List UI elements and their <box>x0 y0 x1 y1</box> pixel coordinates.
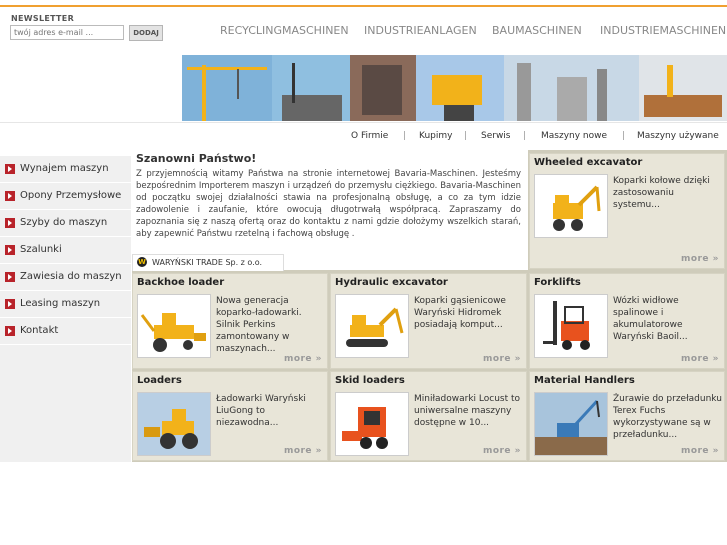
sidebar-item-label: Szyby do maszyn <box>20 217 108 228</box>
subnav-serwis[interactable]: Serwis <box>481 131 511 141</box>
sidebar-item-label: Leasing maszyn <box>20 298 101 309</box>
welcome-title: Szanowni Państwo! <box>136 152 257 165</box>
card-description: Koparki kołowe dzięki zastosowaniu syste… <box>613 176 710 210</box>
card-more-link[interactable]: more » <box>483 446 521 456</box>
sidebar-item-zawiesia[interactable]: Zawiesia do maszyn <box>0 264 131 291</box>
subnav-separator: | <box>622 131 626 141</box>
sidebar-item-opony[interactable]: Opony Przemysłowe <box>0 183 131 210</box>
subnav-separator: | <box>464 131 468 141</box>
sidebar-item-szyby[interactable]: Szyby do maszyn <box>0 210 131 237</box>
nav-industrieanlagen[interactable]: INDUSTRIEANLAGEN <box>364 24 477 37</box>
loader-image[interactable] <box>137 392 211 456</box>
subnav-maszyny-nowe[interactable]: Maszyny nowe <box>541 131 607 141</box>
subnav-separator: | <box>523 131 527 141</box>
wheeled-excavator-image[interactable] <box>534 174 608 238</box>
nav-industriemaschinen[interactable]: INDUSTRIEMASCHINEN <box>600 24 726 37</box>
card-description: Ładowarki Waryński LiuGong to niezawodna… <box>216 394 306 428</box>
sidebar-item-szalunki[interactable]: Szalunki <box>0 237 131 264</box>
nav-baumaschinen[interactable]: BAUMASCHINEN <box>492 24 582 37</box>
arrow-right-icon <box>5 245 15 255</box>
card-more-link[interactable]: more » <box>284 446 322 456</box>
arrow-right-icon <box>5 299 15 309</box>
card-title[interactable]: Loaders <box>137 375 182 386</box>
card-title[interactable]: Material Handlers <box>534 375 635 386</box>
product-card-skid-loaders[interactable]: Skid loaders Miniładowarki Locust to uni… <box>330 371 527 461</box>
welcome-section: Szanowni Państwo! Z przyjemnością witamy… <box>132 150 527 256</box>
card-description: Wózki widłowe spalinowe i akumulatorowe … <box>613 296 688 342</box>
card-more-link[interactable]: more » <box>284 354 322 364</box>
card-title[interactable]: Hydraulic excavator <box>335 277 448 288</box>
sidebar-item-label: Opony Przemysłowe <box>20 190 122 201</box>
sidebar-item-wynajem[interactable]: Wynajem maszyn <box>0 156 131 183</box>
card-more-link[interactable]: more » <box>483 354 521 364</box>
subnav-kupimy[interactable]: Kupimy <box>419 131 452 141</box>
card-title[interactable]: Wheeled excavator <box>534 157 642 168</box>
hydraulic-excavator-image[interactable] <box>335 294 409 358</box>
sidebar-item-kontakt[interactable]: Kontakt <box>0 318 131 345</box>
backhoe-loader-image[interactable] <box>137 294 211 358</box>
product-card-hydraulic-excavator[interactable]: Hydraulic excavator Koparki gąsienicowe … <box>330 273 527 369</box>
sidebar-item-leasing[interactable]: Leasing maszyn <box>0 291 131 318</box>
card-description: Nowa generacja koparko-ładowarki. Silnik… <box>216 296 302 354</box>
card-description: Koparki gąsienicowe Waryński Hidromek po… <box>414 296 506 330</box>
card-more-link[interactable]: more » <box>681 254 719 264</box>
company-name: WARYŃSKI TRADE Sp. z o.o. <box>152 258 263 267</box>
card-title[interactable]: Forklifts <box>534 277 581 288</box>
arrow-right-icon <box>5 164 15 174</box>
product-card-material-handlers[interactable]: Material Handlers Żurawie do przeładunku… <box>529 371 725 461</box>
card-more-link[interactable]: more » <box>681 354 719 364</box>
card-title[interactable]: Skid loaders <box>335 375 405 386</box>
category-nav: RECYCLINGMASCHINEN INDUSTRIEANLAGEN BAUM… <box>0 24 727 40</box>
forklift-image[interactable] <box>534 294 608 358</box>
subnav-o-firmie[interactable]: O Firmie <box>351 131 388 141</box>
sidebar-item-label: Zawiesia do maszyn <box>20 271 122 282</box>
arrow-right-icon <box>5 272 15 282</box>
arrow-right-icon <box>5 191 15 201</box>
header-banner-image <box>182 55 727 121</box>
product-card-wheeled-excavator[interactable]: Wheeled excavator Koparki kołowe dzięki … <box>529 153 725 269</box>
arrow-right-icon <box>5 326 15 336</box>
product-card-backhoe-loader[interactable]: Backhoe loader Nowa generacja koparko-ła… <box>132 273 328 369</box>
arrow-right-icon <box>5 218 15 228</box>
nav-recyclingmaschinen[interactable]: RECYCLINGMASCHINEN <box>220 24 349 37</box>
subnav-separator: | <box>403 131 407 141</box>
card-title[interactable]: Backhoe loader <box>137 277 224 288</box>
sidebar-menu: Wynajem maszyn Opony Przemysłowe Szyby d… <box>0 156 131 462</box>
company-logo-icon: W <box>137 257 147 267</box>
sub-nav: O Firmie | Kupimy | Serwis | Maszyny now… <box>0 122 727 151</box>
material-handler-image[interactable] <box>534 392 608 456</box>
newsletter-label: NEWSLETTER <box>11 14 75 23</box>
card-more-link[interactable]: more » <box>681 446 719 456</box>
welcome-text: Z przyjemnością witamy Państwa na stroni… <box>136 169 521 239</box>
card-description: Miniładowarki Locust to uniwersalne masz… <box>414 394 521 428</box>
company-tab: W WARYŃSKI TRADE Sp. z o.o. <box>132 254 284 271</box>
skid-loader-image[interactable] <box>335 392 409 456</box>
sidebar-item-label: Szalunki <box>20 244 62 255</box>
card-description: Żurawie do przeładunku Terex Fuchs wykor… <box>613 394 722 440</box>
subnav-maszyny-uzywane[interactable]: Maszyny używane <box>637 131 719 141</box>
sidebar-item-label: Wynajem maszyn <box>20 163 109 174</box>
product-card-forklifts[interactable]: Forklifts Wózki widłowe spalinowe i akum… <box>529 273 725 369</box>
sidebar-item-label: Kontakt <box>20 325 59 336</box>
product-card-loaders[interactable]: Loaders Ładowarki Waryński LiuGong to ni… <box>132 371 328 461</box>
top-accent-line <box>0 5 727 7</box>
